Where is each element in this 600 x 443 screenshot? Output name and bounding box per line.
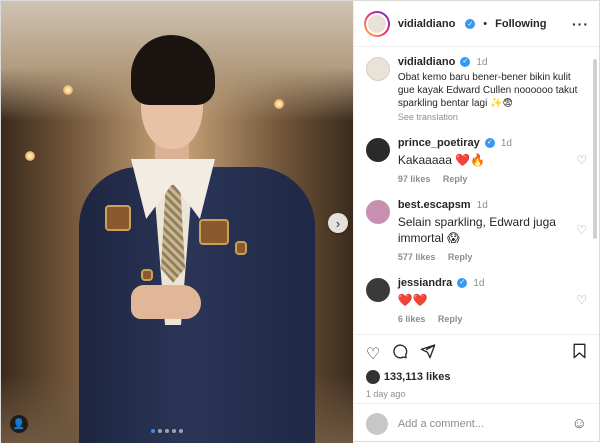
- comment-icon[interactable]: [392, 343, 408, 364]
- brooch: [199, 219, 229, 245]
- caption-text: Obat kemo baru bener-bener bikin kulit g…: [397, 72, 578, 109]
- verified-badge-icon: ✓: [460, 57, 471, 68]
- reply-button[interactable]: Reply: [448, 252, 473, 262]
- following-button[interactable]: Following: [495, 18, 546, 30]
- more-horizontal-icon[interactable]: ···: [572, 16, 589, 32]
- caption-avatar[interactable]: [365, 57, 390, 81]
- comment-username[interactable]: jessiandra: [398, 277, 452, 289]
- comment-avatar[interactable]: [365, 138, 390, 162]
- caption: vidialdiano ✓ 1d Obat kemo baru bener-be…: [365, 55, 587, 122]
- bookmark-icon[interactable]: [572, 343, 587, 364]
- author-username[interactable]: vidialdiano: [398, 18, 455, 30]
- comment-text: Kakaaaaa ❤️🔥: [397, 153, 486, 167]
- see-translation-link[interactable]: See translation: [398, 112, 587, 122]
- like-comment-heart-icon[interactable]: ♡: [576, 223, 587, 237]
- post-header: vidialdiano ✓ • Following ···: [353, 1, 599, 47]
- verified-badge-icon: ✓: [465, 18, 476, 29]
- chevron-right-icon: ›: [335, 215, 341, 231]
- comment-text: Selain sparkling, Edward juga immortal 😱: [397, 215, 556, 245]
- hand: [131, 285, 201, 319]
- scrollbar[interactable]: [593, 59, 597, 239]
- post-time: 1 day ago: [365, 389, 406, 399]
- liker-avatar[interactable]: [365, 370, 380, 384]
- comment-text: ❤️❤️: [397, 293, 428, 307]
- ceiling-light: [63, 85, 73, 95]
- carousel-dot: [151, 429, 155, 433]
- post-actions: ♡ 133,113 likes 1 day ago: [353, 334, 599, 403]
- caption-time: 1d: [476, 57, 488, 68]
- model-figure: [79, 35, 319, 443]
- carousel-dot: [179, 429, 183, 433]
- comments-list[interactable]: vidialdiano ✓ 1d Obat kemo baru bener-be…: [354, 47, 599, 334]
- ceiling-light: [25, 151, 35, 161]
- brooch: [141, 269, 153, 281]
- comment-likes[interactable]: 97 likes: [398, 174, 431, 184]
- brooch: [235, 241, 247, 255]
- comment-item: best.escapsm 1d Selain sparkling, Edward…: [365, 198, 587, 262]
- comment-time: 1d: [476, 200, 488, 211]
- comment-likes[interactable]: 6 likes: [398, 314, 426, 324]
- like-comment-heart-icon[interactable]: ♡: [576, 293, 587, 307]
- heart-icon[interactable]: ♡: [366, 344, 380, 364]
- comment-time: 1d: [473, 278, 485, 289]
- comment-username[interactable]: prince_poetiray: [398, 137, 480, 149]
- comment-item: jessiandra ✓ 1d ❤️❤️ 6 likes Reply ♡: [365, 276, 587, 324]
- share-icon[interactable]: [420, 343, 436, 364]
- brooch: [105, 205, 131, 231]
- likes-count[interactable]: 133,113 likes: [384, 371, 451, 383]
- carousel-dot: [165, 429, 169, 433]
- carousel-next-button[interactable]: ›: [328, 213, 348, 233]
- like-comment-heart-icon[interactable]: ♡: [576, 153, 587, 167]
- comment-username[interactable]: best.escapsm: [398, 199, 471, 211]
- comment-likes[interactable]: 577 likes: [398, 252, 436, 262]
- emoji-icon[interactable]: ☺: [572, 415, 587, 432]
- carousel-dots: [151, 429, 183, 433]
- post-side-panel: vidialdiano ✓ • Following ··· vidialdian…: [352, 1, 599, 443]
- user-tag-icon[interactable]: 👤: [10, 415, 28, 433]
- comment-composer: ☺: [353, 403, 599, 443]
- author-avatar[interactable]: [363, 10, 390, 37]
- carousel-dot: [158, 429, 162, 433]
- post-modal: › 👤 vidialdiano ✓ • Following ··· vidial…: [0, 0, 600, 443]
- comment-avatar[interactable]: [365, 278, 390, 302]
- hair: [131, 35, 215, 105]
- comment-item: prince_poetiray ✓ 1d Kakaaaaa ❤️🔥 97 lik…: [365, 136, 587, 184]
- post-photo[interactable]: › 👤: [1, 1, 353, 443]
- caption-username[interactable]: vidialdiano: [398, 56, 455, 68]
- reply-button[interactable]: Reply: [438, 314, 463, 324]
- verified-badge-icon: ✓: [457, 278, 468, 289]
- reply-button[interactable]: Reply: [443, 174, 468, 184]
- verified-badge-icon: ✓: [484, 138, 495, 149]
- carousel-dot: [172, 429, 176, 433]
- current-user-avatar: [365, 412, 388, 435]
- comment-avatar[interactable]: [365, 200, 390, 224]
- comment-input[interactable]: [397, 417, 562, 430]
- comment-time: 1d: [500, 138, 512, 149]
- separator: •: [483, 17, 488, 30]
